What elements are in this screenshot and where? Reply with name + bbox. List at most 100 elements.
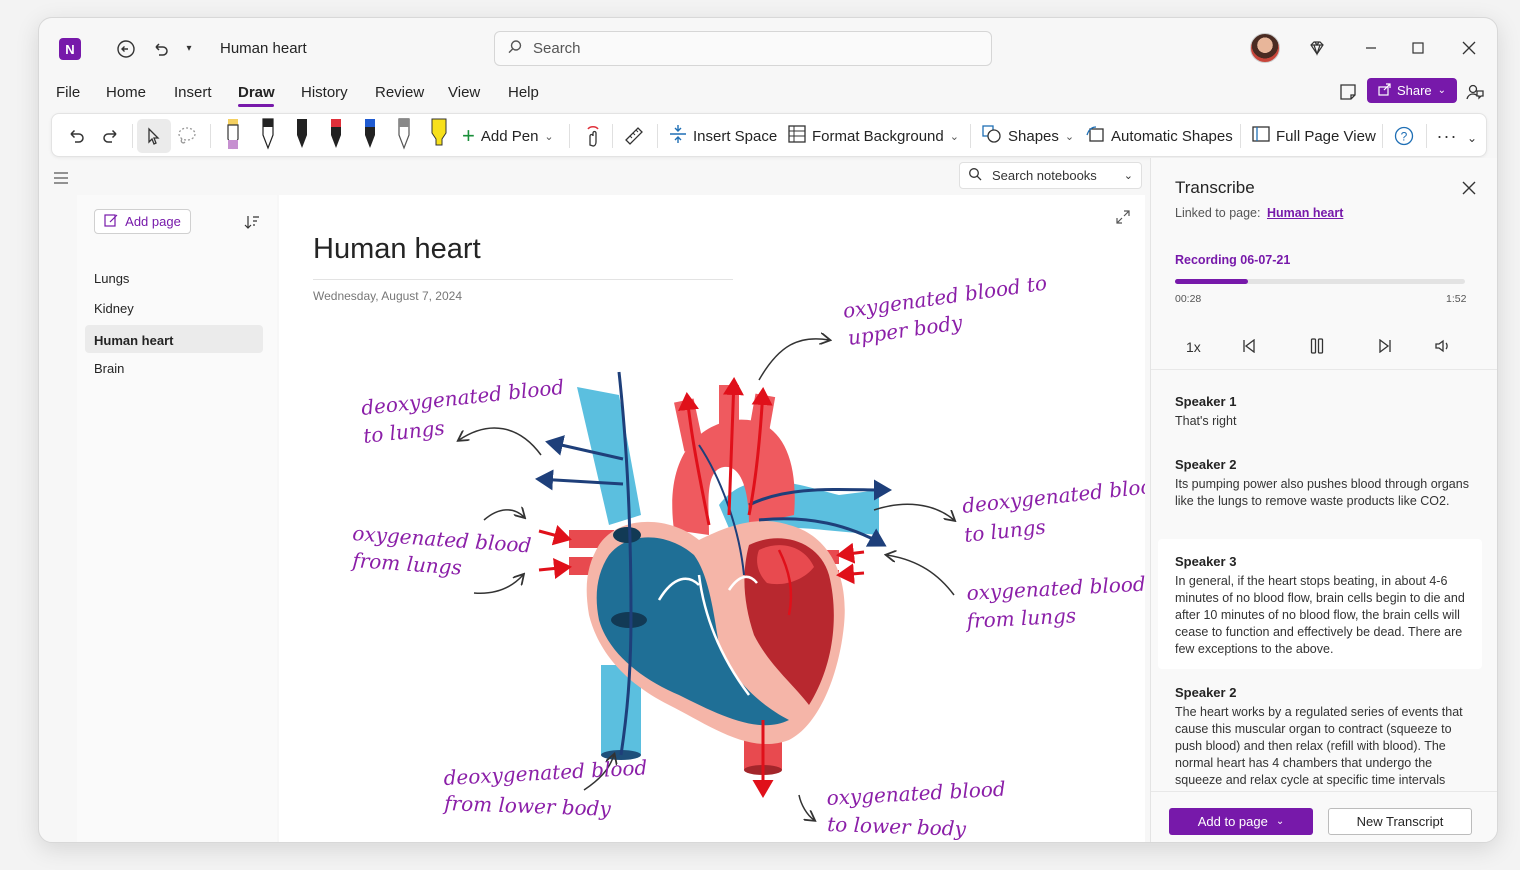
label-deox-lungs-right-line2: to lungs [963, 515, 1047, 547]
close-window-icon[interactable] [1459, 38, 1479, 58]
speaker-name: Speaker 3 [1175, 554, 1237, 569]
undo-icon[interactable] [64, 124, 88, 148]
onenote-window: N ▾ Human heart Search File Home Insert … [38, 17, 1498, 843]
menu-history[interactable]: History [301, 84, 348, 101]
playback-speed-button[interactable]: 1x [1186, 339, 1201, 355]
search-input[interactable]: Search [494, 31, 992, 66]
page-item-brain[interactable]: Brain [94, 361, 124, 376]
speaker-text: That's right [1175, 414, 1237, 428]
redo-icon[interactable] [99, 124, 123, 148]
full-page-view-button[interactable]: Full Page View [1252, 114, 1376, 158]
more-options-icon[interactable]: ··· [1435, 124, 1459, 148]
menu-file[interactable]: File [56, 84, 80, 101]
menu-help[interactable]: Help [508, 84, 539, 101]
hamburger-icon[interactable] [51, 170, 71, 186]
avatar[interactable] [1250, 33, 1280, 63]
menu-home[interactable]: Home [106, 84, 146, 101]
ribbon-separator [132, 124, 133, 148]
full-page-view-icon [1252, 125, 1270, 147]
select-cursor-icon[interactable] [137, 119, 171, 153]
insert-space-label: Insert Space [693, 127, 778, 145]
pen-blue-icon[interactable] [362, 118, 378, 157]
transcript-entry[interactable]: Speaker 3 In general, if the heart stops… [1175, 554, 1475, 658]
pen-red-icon[interactable] [328, 118, 344, 157]
menu-draw[interactable]: Draw [238, 84, 275, 101]
undo-title-icon[interactable] [150, 38, 172, 60]
document-title: Human heart [220, 40, 307, 57]
label-ox-from-lungs-right-line2: from lungs [964, 603, 1077, 633]
help-icon[interactable]: ? [1392, 124, 1416, 148]
transcribe-title: Transcribe [1175, 178, 1255, 197]
chevron-down-icon: ⌄ [1275, 816, 1285, 827]
automatic-shapes-button[interactable]: Automatic Shapes [1085, 114, 1233, 158]
linked-page-link[interactable]: Human heart [1267, 206, 1343, 220]
close-transcribe-icon[interactable] [1459, 178, 1479, 198]
shapes-button[interactable]: Shapes ⌄ [982, 114, 1074, 158]
label-deox-lungs-right-line1: deoxygenated blood [961, 473, 1145, 518]
speaker-text: Its pumping power also pushes blood thro… [1175, 477, 1469, 508]
playback-progress-track[interactable] [1175, 279, 1465, 284]
feedback-icon[interactable] [1464, 81, 1486, 103]
page-item-human-heart[interactable]: Human heart [94, 333, 173, 348]
pause-icon[interactable] [1307, 336, 1327, 356]
insert-space-button[interactable]: Insert Space [669, 114, 777, 158]
transcript-entry[interactable]: Speaker 2 The heart works by a regulated… [1175, 685, 1475, 789]
pen-black-icon[interactable] [294, 118, 310, 157]
plus-icon: + [462, 123, 475, 148]
skip-back-icon[interactable] [1239, 336, 1259, 356]
page-item-lungs[interactable]: Lungs [94, 271, 129, 286]
share-button[interactable]: Share ⌄ [1367, 78, 1457, 103]
pen-black-fountain-icon[interactable] [260, 118, 276, 157]
pen-gray-icon[interactable] [396, 118, 412, 157]
ribbon-separator [1426, 124, 1427, 148]
ruler-icon[interactable] [622, 124, 646, 148]
highlighter-yellow-icon[interactable] [430, 118, 448, 157]
sort-pages-icon[interactable] [243, 213, 261, 231]
playback-progress-fill [1175, 279, 1248, 284]
ribbon-separator [612, 124, 613, 148]
back-icon[interactable] [115, 38, 137, 60]
ribbon-separator [657, 124, 658, 148]
label-deox-lower-body-line2: from lower body [442, 791, 612, 821]
pen-pastel-icon[interactable] [225, 118, 241, 157]
label-deox-lungs-left-line2: to lungs [362, 416, 446, 448]
format-background-button[interactable]: Format Background ⌄ [788, 114, 959, 158]
chevron-down-icon: ⌄ [949, 130, 959, 143]
chevron-down-icon: ⌄ [1123, 170, 1133, 182]
transcript-entry[interactable]: Speaker 2 Its pumping power also pushes … [1175, 457, 1475, 510]
quick-access-dropdown-icon[interactable]: ▾ [182, 40, 196, 56]
transcript-entry[interactable]: Speaker 1 That's right [1175, 394, 1475, 430]
draw-ribbon: + Add Pen ⌄ Insert Space Format Backgrou… [51, 113, 1487, 157]
search-icon [968, 167, 982, 184]
label-ox-from-lungs-right-line1: oxygenated blood [966, 572, 1145, 605]
volume-icon[interactable] [1433, 336, 1453, 356]
maximize-icon[interactable] [1408, 38, 1428, 58]
skip-forward-icon[interactable] [1375, 336, 1395, 356]
premium-diamond-icon[interactable] [1307, 38, 1327, 58]
label-ox-lower-body-line1: oxygenated blood [826, 777, 1006, 810]
linked-to-page: Linked to page: Human heart [1175, 206, 1343, 220]
search-placeholder: Search [533, 40, 581, 57]
lasso-select-icon[interactable] [174, 124, 200, 148]
menu-review[interactable]: Review [375, 84, 424, 101]
add-to-page-button[interactable]: Add to page ⌄ [1169, 808, 1313, 835]
ribbon-separator [569, 124, 570, 148]
share-icon [1378, 82, 1391, 99]
add-page-button[interactable]: Add page [94, 209, 191, 234]
touch-draw-icon[interactable] [580, 124, 604, 148]
menu-view[interactable]: View [448, 84, 480, 101]
search-notebooks-input[interactable]: Search notebooks ⌄ [959, 162, 1142, 189]
add-pen-button[interactable]: + Add Pen ⌄ [462, 114, 554, 158]
page-item-kidney[interactable]: Kidney [94, 301, 134, 316]
add-to-page-label: Add to page [1197, 814, 1268, 829]
menu-insert[interactable]: Insert [174, 84, 212, 101]
minimize-icon[interactable] [1361, 38, 1381, 58]
sticky-notes-icon[interactable] [1337, 81, 1359, 103]
add-page-label: Add page [125, 214, 181, 229]
add-page-icon [104, 213, 118, 230]
ribbon-collapse-chevron-icon[interactable]: ⌄ [1464, 130, 1480, 146]
speaker-name: Speaker 2 [1175, 685, 1237, 700]
page-canvas[interactable]: Human heart Wednesday, August 7, 2024 ox… [279, 195, 1145, 842]
new-transcript-button[interactable]: New Transcript [1328, 808, 1472, 835]
automatic-shapes-label: Automatic Shapes [1111, 127, 1233, 145]
